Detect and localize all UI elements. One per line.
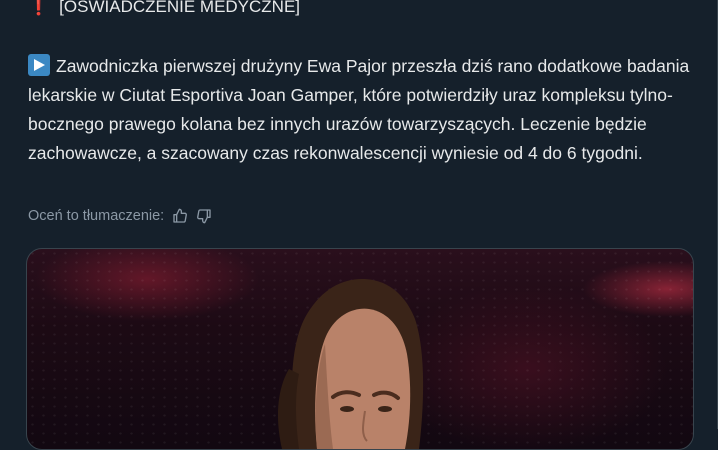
tweet-media-photo[interactable] [26, 248, 694, 450]
thumbs-up-button[interactable] [172, 208, 188, 224]
tweet-headline: ❗ [OŚWIADCZENIE MEDYCZNE] [28, 0, 300, 18]
play-button-icon [28, 54, 50, 76]
headline-text: [OŚWIADCZENIE MEDYCZNE] [59, 0, 301, 16]
rate-translation-label: Oceń to tłumaczenie: [28, 208, 165, 224]
thumbs-down-button[interactable] [196, 208, 212, 224]
tweet-body-text: Zawodniczka pierwszej drużyny Ewa Pajor … [28, 56, 690, 163]
tweet-card: ❗ [OŚWIADCZENIE MEDYCZNE] Zawodniczka pie… [0, 0, 718, 450]
translation-rating: Oceń to tłumaczenie: [28, 208, 212, 224]
thumbs-down-icon [197, 209, 211, 224]
player-photo [277, 279, 424, 449]
tweet-body: Zawodniczka pierwszej drużyny Ewa Pajor … [28, 52, 708, 168]
thumbs-up-icon [173, 208, 188, 223]
exclamation-icon: ❗ [28, 0, 50, 16]
